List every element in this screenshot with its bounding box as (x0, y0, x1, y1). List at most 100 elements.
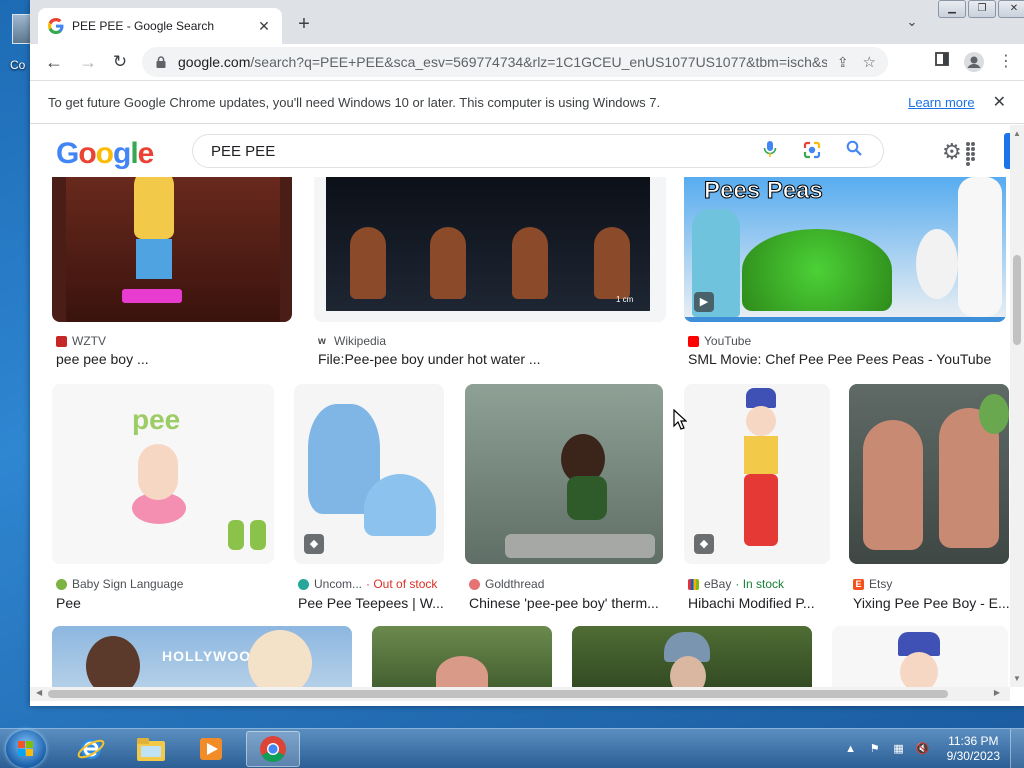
result-thumbnail[interactable] (465, 384, 663, 564)
result-thumbnail[interactable]: ◆ (684, 384, 830, 564)
mouse-cursor-icon (673, 409, 687, 430)
stock-status: · In stock (735, 577, 785, 591)
forward-arrow-icon[interactable]: → (76, 50, 100, 74)
result-source[interactable]: Goldthread (469, 577, 544, 591)
desktop-icon-label[interactable]: Co (10, 58, 25, 72)
media-player-icon (200, 738, 222, 760)
search-input[interactable] (211, 142, 739, 160)
start-button[interactable] (6, 730, 46, 768)
result-caption[interactable]: Chinese 'pee-pee boy' therm... (469, 595, 665, 611)
window-controls: ▁ ❐ ✕ (936, 0, 1024, 18)
clock-date: 9/30/2023 (946, 749, 1000, 763)
bookmark-star-icon[interactable]: ☆ (863, 53, 876, 71)
result-caption[interactable]: Pee (56, 595, 274, 611)
folder-icon (137, 738, 165, 761)
address-bar[interactable]: google.com/search?q=PEE+PEE&sca_esv=5697… (142, 47, 888, 77)
result-thumbnail[interactable] (52, 177, 292, 322)
result-thumbnail[interactable]: pee (52, 384, 274, 564)
show-hidden-icons-chevron-icon[interactable]: ▲ (843, 741, 859, 757)
result-source[interactable]: Uncom... · Out of stock (298, 577, 437, 591)
source-favicon-icon (298, 578, 309, 590)
back-arrow-icon[interactable]: ← (42, 50, 66, 74)
horizontal-scrollbar[interactable]: ◀ ▶ (30, 687, 1010, 701)
new-tab-button[interactable]: + (292, 12, 316, 36)
scroll-up-arrow-icon[interactable]: ▲ (1013, 129, 1021, 138)
result-source[interactable]: YouTube (688, 334, 751, 348)
image-results-grid: WZTV pee pee boy ... 1 cm w Wikipedia Fil… (30, 177, 1010, 687)
source-name: Etsy (869, 577, 893, 591)
profile-avatar-icon[interactable] (964, 52, 984, 72)
tab-search-chevron-icon[interactable]: ⌄ (902, 14, 922, 34)
result-caption[interactable]: Hibachi Modified P... (688, 595, 834, 611)
chrome-menu-icon[interactable]: ⋮ (996, 52, 1016, 72)
reload-icon[interactable]: ↻ (108, 50, 132, 74)
result-thumbnail[interactable]: ◆ (294, 384, 444, 564)
taskbar-file-explorer[interactable] (124, 731, 178, 767)
source-name: Goldthread (485, 577, 545, 591)
infobar-close-icon[interactable]: ✕ (993, 92, 1006, 112)
tab-google-search[interactable]: PEE PEE - Google Search ✕ (38, 8, 282, 44)
result-thumbnail[interactable] (849, 384, 1009, 564)
result-caption[interactable]: File:Pee-pee boy under hot water ... (318, 351, 666, 367)
maximize-button[interactable]: ❐ (968, 0, 996, 18)
windows-flag-icon (18, 741, 34, 757)
internet-explorer-icon (77, 739, 105, 759)
url-text[interactable]: google.com/search?q=PEE+PEE&sca_esv=5697… (178, 54, 827, 70)
thumbnail-overlay-text: pee (132, 404, 181, 435)
source-name: WZTV (72, 334, 106, 348)
scroll-right-arrow-icon[interactable]: ▶ (994, 688, 1000, 697)
microphone-icon[interactable] (759, 140, 781, 162)
minimize-button[interactable]: ▁ (938, 0, 966, 18)
source-name: YouTube (704, 334, 752, 348)
settings-gear-icon[interactable]: ⚙ (942, 139, 962, 165)
result-caption[interactable]: Yixing Pee Pee Boy - E... (853, 595, 1009, 611)
lock-icon[interactable] (154, 55, 168, 69)
taskbar-clock[interactable]: 11:36 PM 9/30/2023 (947, 734, 1000, 764)
horizontal-scroll-thumb[interactable] (48, 690, 948, 698)
result-thumbnail[interactable] (372, 626, 552, 687)
result-thumbnail[interactable] (572, 626, 812, 687)
network-icon[interactable]: ▦ (891, 741, 907, 757)
taskbar-internet-explorer[interactable] (64, 731, 118, 767)
google-lens-icon[interactable] (801, 140, 823, 162)
search-icon[interactable] (843, 140, 865, 162)
thumbnail-overlay-text: Pees Peas (704, 177, 824, 205)
source-name: Wikipedia (334, 334, 387, 348)
result-thumbnail[interactable]: 1 cm (314, 177, 666, 322)
result-source[interactable]: eBay · In stock (688, 577, 784, 591)
result-source[interactable]: w Wikipedia (318, 334, 386, 348)
result-source[interactable]: E Etsy (853, 577, 892, 591)
youtube-favicon-icon (688, 335, 699, 347)
scroll-left-arrow-icon[interactable]: ◀ (36, 688, 42, 697)
result-thumbnail[interactable]: HOLLYWOOD (52, 626, 352, 687)
result-caption[interactable]: Pee Pee Teepees | W... (298, 595, 448, 611)
share-icon[interactable]: ⇪ (837, 54, 849, 71)
taskbar-media-player[interactable] (184, 731, 238, 767)
source-name: eBay (704, 577, 732, 591)
result-caption[interactable]: SML Movie: Chef Pee Pee Pees Peas - YouT… (688, 351, 1006, 367)
url-path: /search?q=PEE+PEE&sca_esv=569774734&rlz=… (250, 54, 827, 70)
result-thumbnail[interactable] (832, 626, 1008, 687)
clock-time: 11:36 PM (948, 734, 999, 748)
google-doodle-logo[interactable]: Google (56, 137, 154, 171)
action-center-flag-icon[interactable]: ⚑ (867, 741, 883, 757)
url-host: google.com (178, 54, 251, 70)
result-caption[interactable]: pee pee boy ... (56, 351, 292, 367)
volume-muted-icon[interactable]: 🔇 (915, 741, 931, 757)
google-apps-icon[interactable] (966, 142, 980, 166)
google-favicon-icon (48, 18, 64, 34)
vertical-scroll-thumb[interactable] (1013, 255, 1021, 345)
vertical-scrollbar[interactable]: ▲ ▼ (1010, 125, 1024, 687)
result-thumbnail[interactable]: Pees Peas ▶ (684, 177, 1006, 322)
result-source[interactable]: Baby Sign Language (56, 577, 183, 591)
close-window-button[interactable]: ✕ (998, 0, 1024, 18)
scroll-down-arrow-icon[interactable]: ▼ (1013, 674, 1021, 683)
tab-close-icon[interactable]: ✕ (256, 18, 272, 35)
show-desktop-button[interactable] (1010, 729, 1024, 768)
taskbar-google-chrome[interactable] (246, 731, 300, 767)
result-source[interactable]: WZTV (56, 334, 106, 348)
side-panel-icon[interactable] (932, 52, 952, 72)
browser-toolbar: ← → ↻ google.com/search?q=PEE+PEE&sca_es… (30, 44, 1024, 80)
search-box[interactable] (192, 134, 884, 168)
learn-more-link[interactable]: Learn more (908, 95, 974, 110)
